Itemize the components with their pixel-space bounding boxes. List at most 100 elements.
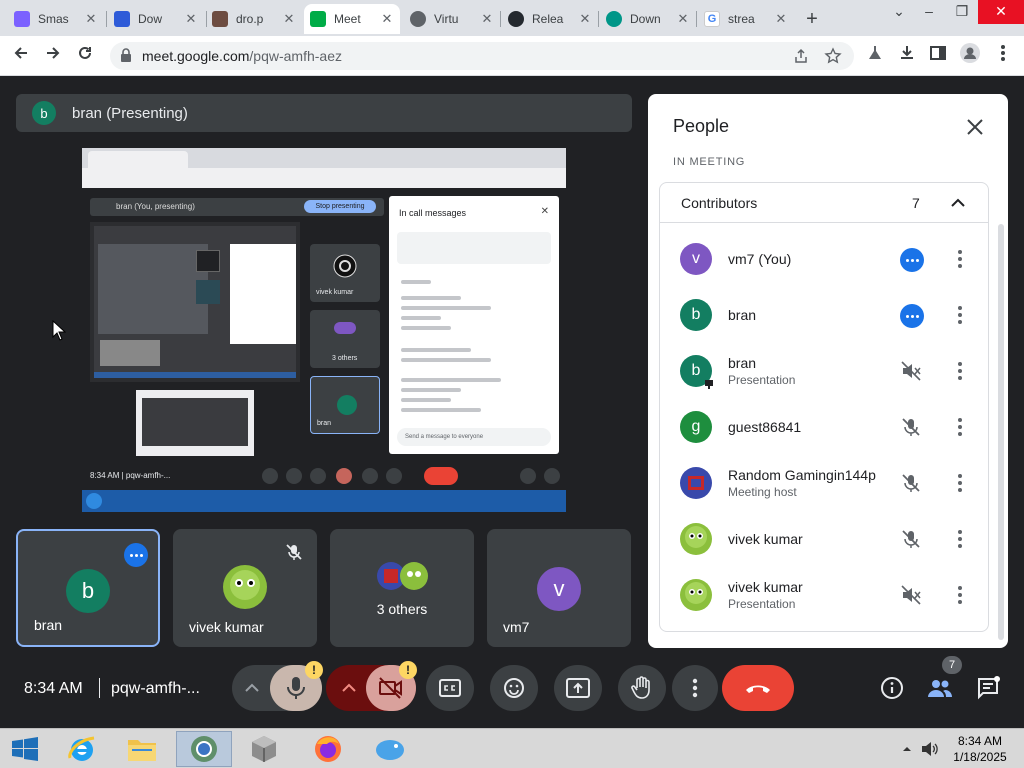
- tray-expand-icon[interactable]: [902, 745, 912, 753]
- speaking-indicator-icon: [124, 543, 148, 567]
- side-panel-icon[interactable]: [925, 43, 951, 69]
- participant-name: vm7 (You): [728, 251, 792, 267]
- system-clock[interactable]: 8:34 AM 1/18/2025: [952, 733, 1008, 765]
- captions-button[interactable]: [426, 665, 474, 711]
- more-options-icon[interactable]: [950, 529, 970, 549]
- chat-button[interactable]: [974, 674, 1002, 702]
- tab-favicon-icon: [410, 11, 426, 27]
- people-panel: People IN MEETING Contributors 7 v vm7 (…: [648, 94, 1008, 648]
- tab-close-icon[interactable]: ✕: [84, 11, 98, 27]
- reactions-button[interactable]: [490, 665, 538, 711]
- participant-row[interactable]: g guest86841: [660, 399, 988, 455]
- app-taskbar[interactable]: [362, 731, 418, 767]
- tab-close-icon[interactable]: ✕: [282, 11, 296, 27]
- tab-close-icon[interactable]: ✕: [676, 11, 690, 27]
- more-options-icon[interactable]: [950, 361, 970, 381]
- windows-start-button[interactable]: [0, 731, 50, 767]
- browser-tab[interactable]: Relea ✕: [502, 4, 598, 34]
- tab-search-chevron-icon[interactable]: ⌄: [882, 0, 916, 24]
- file-explorer-taskbar[interactable]: [114, 731, 170, 767]
- leave-call-button[interactable]: [722, 665, 794, 711]
- shared-taskbar: [82, 490, 566, 512]
- participant-tile[interactable]: vivek kumar: [173, 529, 317, 647]
- tab-close-icon[interactable]: ✕: [774, 11, 788, 27]
- tab-close-icon[interactable]: ✕: [380, 11, 394, 27]
- volume-icon[interactable]: [920, 741, 940, 757]
- new-tab-button[interactable]: +: [799, 6, 825, 32]
- browser-menu-icon[interactable]: [990, 43, 1016, 69]
- participant-name: bran: [728, 355, 757, 371]
- meet-favicon-icon: [310, 11, 326, 27]
- minimize-button[interactable]: –: [912, 0, 946, 24]
- participant-tile[interactable]: b bran: [16, 529, 160, 647]
- mouse-cursor-icon: [52, 320, 66, 341]
- avatar: g: [680, 411, 712, 443]
- shared-tile: vivek kumar: [310, 244, 380, 302]
- participant-row[interactable]: Random Gamingin144p Meeting host: [660, 455, 988, 511]
- participant-tile[interactable]: 3 others: [330, 529, 474, 647]
- bookmark-star-icon[interactable]: [824, 47, 842, 65]
- participant-row[interactable]: b bran: [660, 287, 988, 343]
- profile-avatar-icon[interactable]: [957, 43, 983, 69]
- tab-title: Down: [630, 12, 661, 26]
- more-options-button[interactable]: [672, 665, 718, 711]
- browser-tab[interactable]: Smas ✕: [8, 4, 104, 34]
- more-options-icon[interactable]: [950, 305, 970, 325]
- chrome-taskbar[interactable]: [176, 731, 232, 767]
- chevron-up-icon[interactable]: [341, 681, 357, 695]
- chat-icon: [978, 676, 1000, 700]
- more-options-icon[interactable]: [950, 585, 970, 605]
- window-close-button[interactable]: ✕: [978, 0, 1024, 24]
- stop-presenting-button: Stop presenting: [304, 200, 376, 213]
- chevron-up-icon[interactable]: [950, 195, 966, 211]
- restore-button[interactable]: ❐: [945, 0, 979, 24]
- close-panel-icon[interactable]: [964, 116, 986, 138]
- share-icon[interactable]: [793, 48, 809, 64]
- more-options-icon[interactable]: [950, 473, 970, 493]
- forward-arrow-icon[interactable]: [40, 43, 66, 69]
- contributors-header[interactable]: Contributors 7: [660, 183, 988, 223]
- camera-off-icon: [379, 677, 402, 699]
- tab-favicon-icon: [14, 11, 30, 27]
- more-options-icon[interactable]: [950, 249, 970, 269]
- panel-title: People: [673, 116, 730, 136]
- participant-row[interactable]: vivek kumar Presentation: [660, 567, 988, 623]
- participant-row[interactable]: vivek kumar: [660, 511, 988, 567]
- panel-scrollbar[interactable]: [998, 224, 1004, 640]
- internet-explorer-taskbar[interactable]: [54, 731, 110, 767]
- tab-close-icon[interactable]: ✕: [578, 11, 592, 27]
- people-button[interactable]: [926, 674, 954, 702]
- participant-name: vm7: [503, 619, 530, 635]
- shared-browser-tabs: [82, 148, 566, 168]
- address-bar[interactable]: meet.google.com/pqw-amfh-aez: [110, 42, 854, 70]
- more-options-icon[interactable]: [950, 417, 970, 437]
- browser-tab[interactable]: dro.p ✕: [206, 4, 302, 34]
- meeting-details-button[interactable]: [878, 674, 906, 702]
- participant-tile[interactable]: v vm7: [487, 529, 631, 647]
- tab-close-icon[interactable]: ✕: [184, 11, 198, 27]
- meeting-code: pqw-amfh-...: [111, 680, 200, 697]
- reload-icon[interactable]: [72, 43, 98, 69]
- chevron-up-icon[interactable]: [244, 681, 260, 695]
- firefox-taskbar[interactable]: [300, 731, 356, 767]
- shared-tile: bran: [310, 376, 380, 434]
- browser-tab[interactable]: Virtu ✕: [404, 4, 500, 34]
- present-screen-button[interactable]: [554, 665, 602, 711]
- participant-row[interactable]: b bran Presentation: [660, 343, 988, 399]
- browser-tab[interactable]: Down ✕: [600, 4, 696, 34]
- participant-row[interactable]: v vm7 (You): [660, 231, 988, 287]
- browser-tab[interactable]: G strea ✕: [698, 4, 794, 34]
- raise-hand-button[interactable]: [618, 665, 666, 711]
- tab-close-icon[interactable]: ✕: [480, 11, 494, 27]
- browser-tab[interactable]: Dow ✕: [108, 4, 204, 34]
- presenter-header: b bran (Presenting): [16, 94, 632, 132]
- extension-flask-icon[interactable]: [862, 43, 888, 69]
- back-arrow-icon[interactable]: [8, 43, 34, 69]
- browser-tab-active[interactable]: Meet ✕: [304, 4, 400, 34]
- download-icon[interactable]: [894, 43, 920, 69]
- browser-toolbar: meet.google.com/pqw-amfh-aez: [0, 36, 1024, 76]
- tab-title: dro.p: [236, 12, 264, 26]
- participant-name: 3 others: [376, 601, 428, 617]
- mic-muted-icon: [902, 530, 920, 548]
- virtualbox-taskbar[interactable]: [236, 731, 292, 767]
